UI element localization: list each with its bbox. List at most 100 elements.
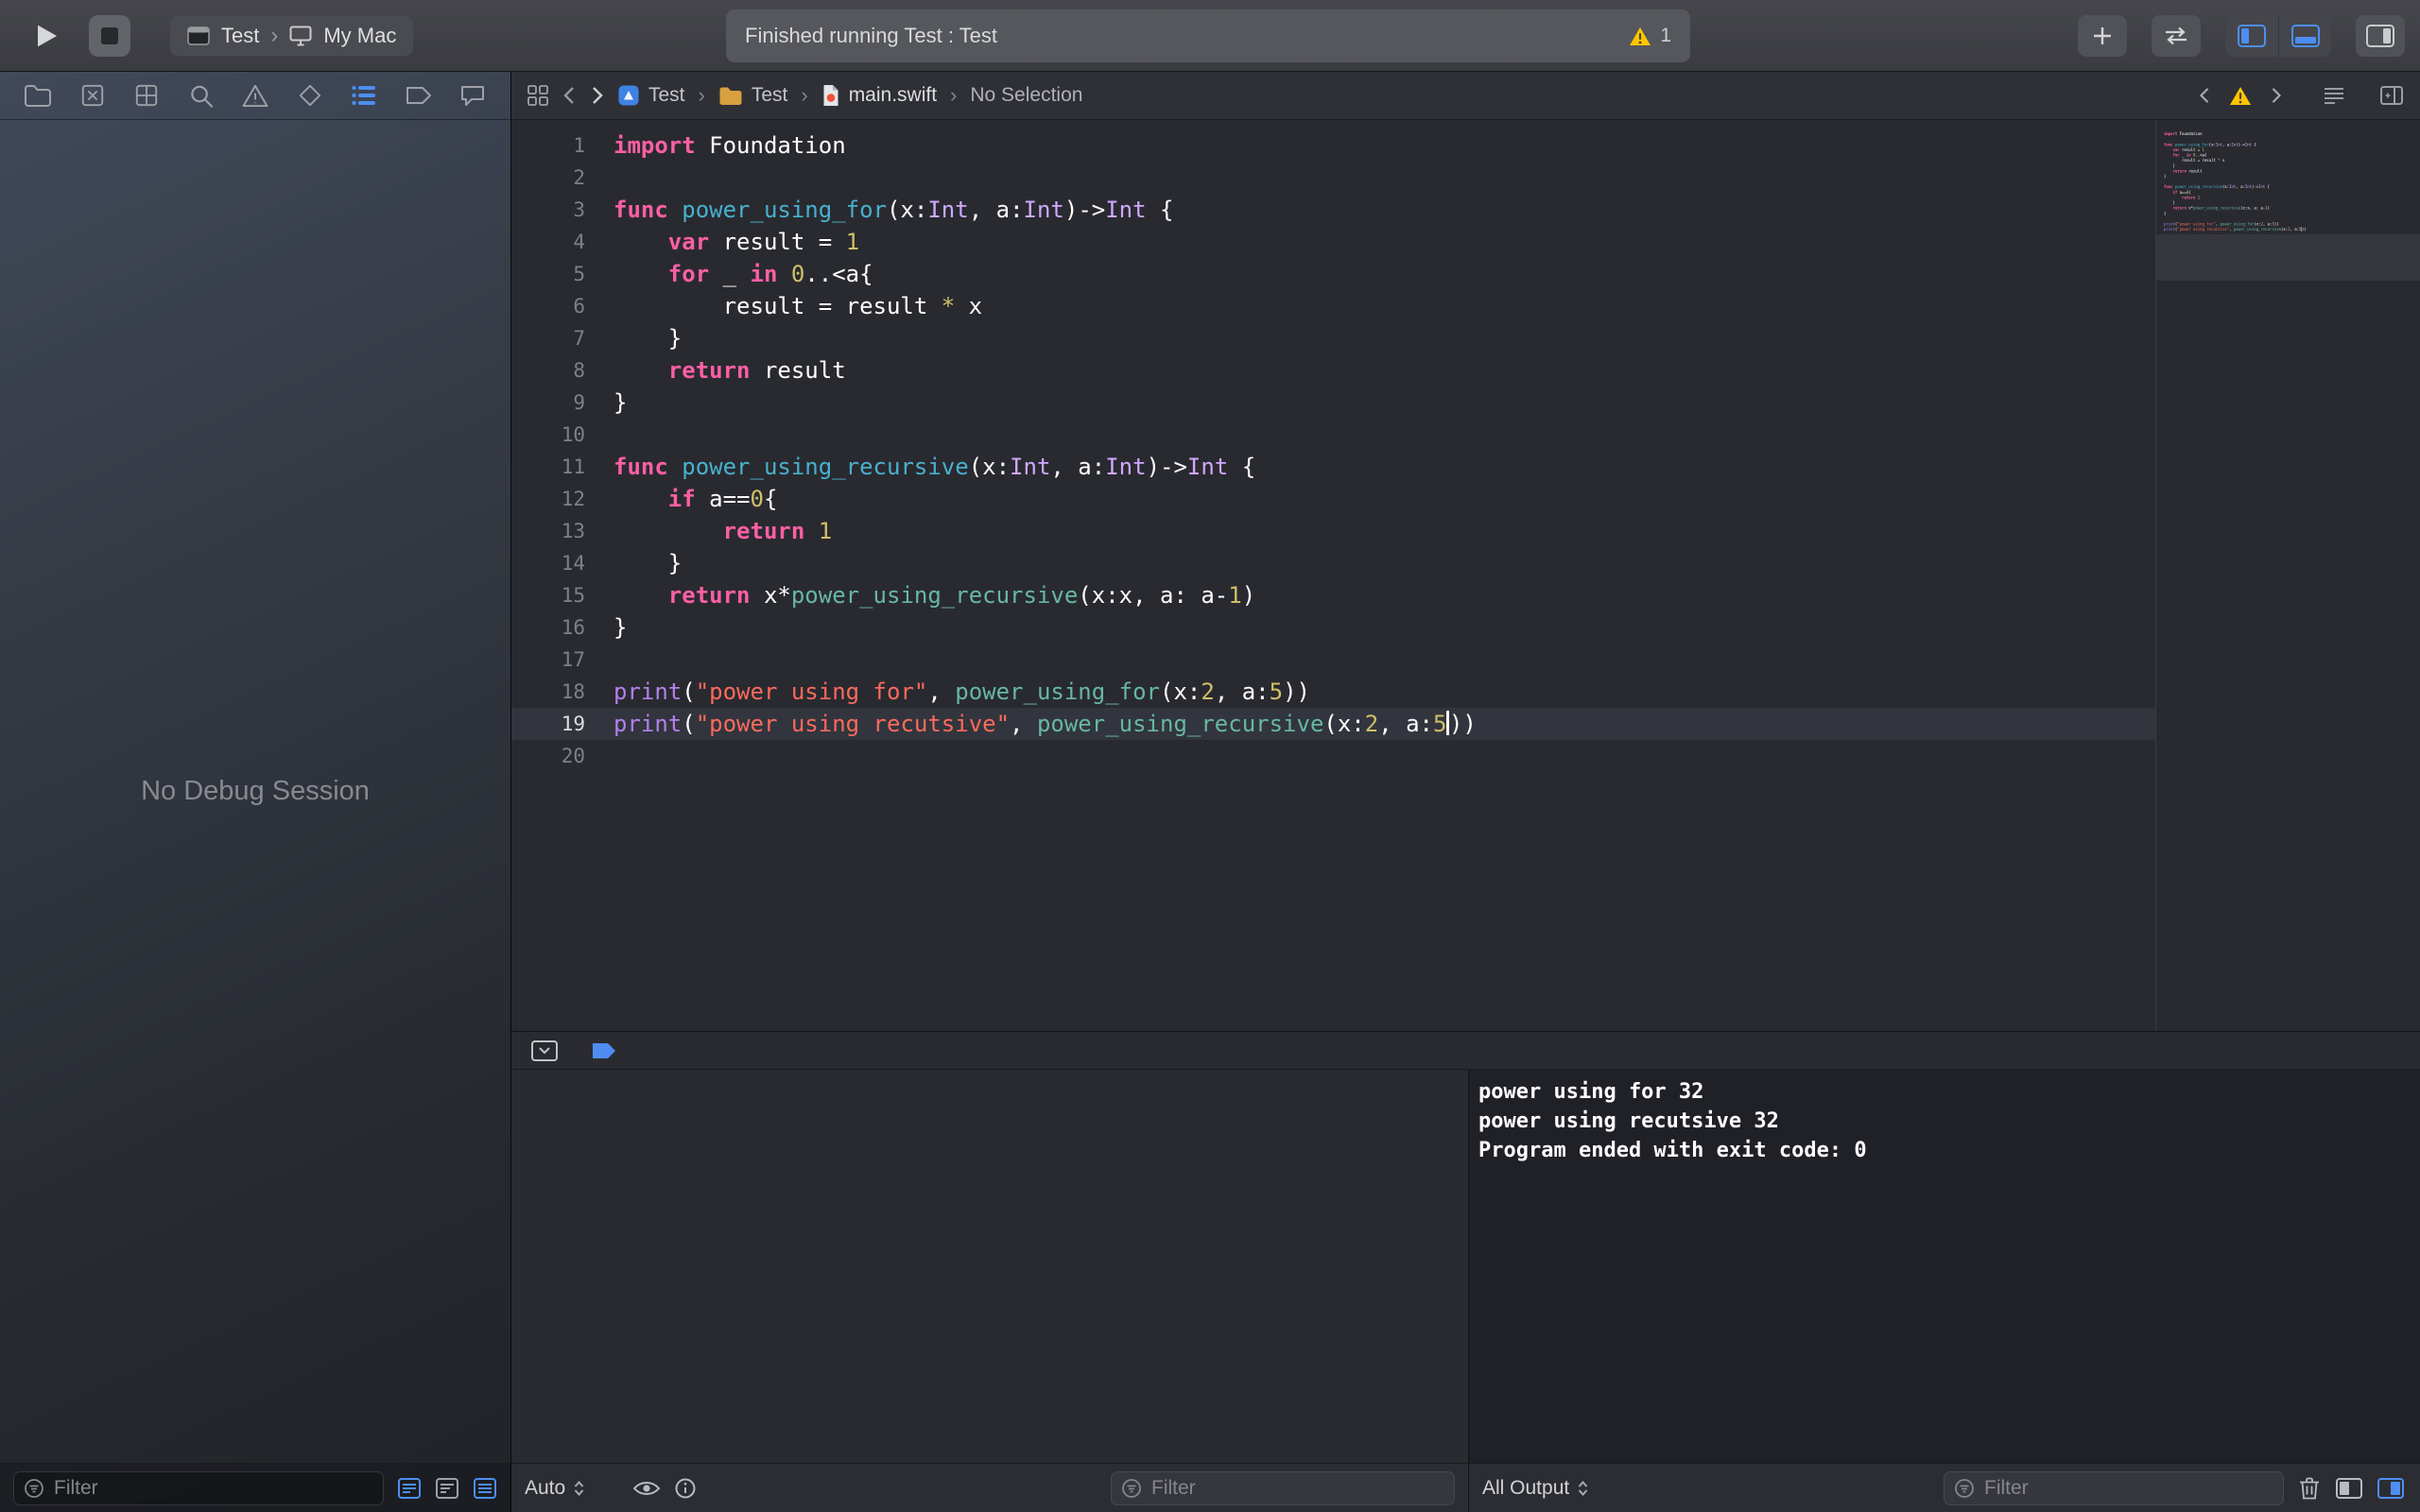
navigator-filter-field[interactable] <box>13 1471 384 1505</box>
find-navigator-tab[interactable] <box>184 78 218 112</box>
code-review-button[interactable] <box>2152 15 2201 57</box>
source-control-navigator-tab[interactable] <box>76 78 110 112</box>
variables-view: Auto <box>511 1070 1469 1512</box>
chevron-right-icon <box>589 84 606 107</box>
inspector-panel-icon <box>2365 24 2395 48</box>
play-icon <box>30 21 60 51</box>
variables-filter-input[interactable] <box>1150 1476 1444 1501</box>
breakpoint-navigator-tab[interactable] <box>402 78 436 112</box>
debug-panes: Auto <box>511 1070 2420 1512</box>
activate-breakpoints-button[interactable] <box>591 1041 617 1060</box>
variables-filter-field[interactable] <box>1111 1471 1455 1505</box>
navigator-filter-input[interactable] <box>52 1476 373 1501</box>
breadcrumb-selection[interactable]: No Selection <box>970 84 1082 107</box>
line-number-gutter[interactable]: 1234567891011121314151617181920 <box>511 129 585 1031</box>
popup-chevrons-icon <box>573 1479 585 1498</box>
go-forward-button[interactable] <box>589 84 606 107</box>
minimap-code: import Foundationfunc power_using_for(x:… <box>2164 131 2420 237</box>
debug-bar <box>511 1032 2420 1070</box>
minimap[interactable]: import Foundationfunc power_using_for(x:… <box>2155 120 2420 1031</box>
minimap-region-band <box>2156 234 2420 281</box>
breadcrumb-group[interactable]: Test <box>718 84 788 107</box>
run-button[interactable] <box>21 11 70 60</box>
toggle-navigator-button[interactable] <box>2225 15 2278 57</box>
previous-issue-button[interactable] <box>2197 85 2212 106</box>
scheme-target-label: Test <box>221 24 259 48</box>
scheme-selector[interactable]: Test › My Mac <box>170 16 413 56</box>
console-scope-popup[interactable]: All Output <box>1482 1477 1589 1500</box>
debug-filter-button-1[interactable] <box>397 1477 422 1500</box>
diamond-icon <box>297 83 323 108</box>
panel-toggle-group <box>2225 15 2331 57</box>
variables-scope-popup[interactable]: Auto <box>525 1477 585 1500</box>
panel-lines-icon <box>435 1477 459 1500</box>
console-filter-input[interactable] <box>1982 1476 2273 1501</box>
toggle-debug-area-button[interactable] <box>2278 15 2331 57</box>
debug-filter-button-3[interactable] <box>473 1477 497 1500</box>
code-lines[interactable]: import Foundationfunc power_using_for(x:… <box>585 129 2155 1031</box>
library-button[interactable] <box>2078 15 2127 57</box>
empty-state-message: No Debug Session <box>141 776 370 807</box>
swift-file-icon <box>821 84 840 107</box>
panel-lines-icon <box>473 1477 497 1500</box>
activity-viewer[interactable]: Finished running Test : Test 1 <box>726 9 1690 62</box>
panel-lines-icon <box>397 1477 422 1500</box>
list-lines-icon <box>351 83 377 108</box>
related-items-button[interactable] <box>527 84 549 107</box>
navigator-tab-bar <box>0 72 510 120</box>
add-editor-button[interactable] <box>2378 85 2405 106</box>
debug-filter-button-2[interactable] <box>435 1477 459 1500</box>
report-navigator-tab[interactable] <box>456 78 490 112</box>
project-navigator-tab[interactable] <box>21 78 55 112</box>
toggle-inspector-button[interactable] <box>2356 15 2405 57</box>
editor-options-button[interactable] <box>2322 85 2346 106</box>
hide-debug-area-button[interactable] <box>530 1040 559 1062</box>
debug-navigator-empty-state: No Debug Session <box>0 120 510 1463</box>
test-navigator-tab[interactable] <box>293 78 327 112</box>
toggle-console-view-button[interactable] <box>2377 1477 2405 1500</box>
stop-icon <box>101 27 118 44</box>
editor-pane: Test › Test › main.swift › No Selection <box>511 72 2420 1512</box>
search-icon <box>188 83 215 109</box>
toggle-variables-view-button[interactable] <box>2335 1477 2363 1500</box>
symbol-navigator-tab[interactable] <box>130 78 164 112</box>
print-description-button[interactable] <box>674 1477 697 1500</box>
console-filter-field[interactable] <box>1944 1471 2284 1505</box>
go-back-button[interactable] <box>561 84 578 107</box>
toolbar: Test › My Mac Finished running Test : Te… <box>0 0 2420 72</box>
box-x-icon <box>79 83 106 108</box>
breadcrumb-separator: › <box>801 83 807 108</box>
scheme-separator: › <box>270 23 278 49</box>
clear-console-button[interactable] <box>2297 1476 2322 1501</box>
warning-icon[interactable] <box>2229 86 2252 106</box>
console-scope-label: All Output <box>1482 1477 1569 1500</box>
debug-navigator-tab[interactable] <box>347 78 381 112</box>
source-editor[interactable]: 1234567891011121314151617181920 import F… <box>511 120 2155 1031</box>
project-app-icon <box>617 84 640 107</box>
breadcrumb-separator: › <box>950 83 957 108</box>
stop-button[interactable] <box>89 15 130 57</box>
issue-counter[interactable]: 1 <box>1629 25 1671 47</box>
xcode-window: Test › My Mac Finished running Test : Te… <box>0 0 2420 1512</box>
breadcrumb-project[interactable]: Test <box>617 84 685 107</box>
quick-look-button[interactable] <box>632 1479 661 1498</box>
breadcrumb-file[interactable]: main.swift <box>821 84 937 107</box>
filter-icon <box>1121 1478 1142 1499</box>
variables-list[interactable] <box>511 1070 1468 1463</box>
collapse-debug-area-icon <box>530 1040 559 1062</box>
scheme-destination-label: My Mac <box>323 24 396 48</box>
folder-icon <box>24 83 52 108</box>
chevron-left-icon <box>561 84 578 107</box>
console-output[interactable]: power using for 32power using recutsive … <box>1469 1070 2420 1463</box>
destination-mac-icon <box>289 26 312 46</box>
next-issue-button[interactable] <box>2269 85 2284 106</box>
grid-icon <box>133 83 160 108</box>
warning-triangle-icon <box>241 83 269 108</box>
scheme-target-icon <box>187 26 210 45</box>
split-editor-icon <box>2378 85 2405 106</box>
variables-scope-label: Auto <box>525 1477 565 1500</box>
chevron-right-icon <box>2269 85 2284 106</box>
console-view-bar: All Output <box>1469 1463 2420 1512</box>
issue-navigator-tab[interactable] <box>238 78 272 112</box>
filter-icon <box>24 1478 44 1499</box>
